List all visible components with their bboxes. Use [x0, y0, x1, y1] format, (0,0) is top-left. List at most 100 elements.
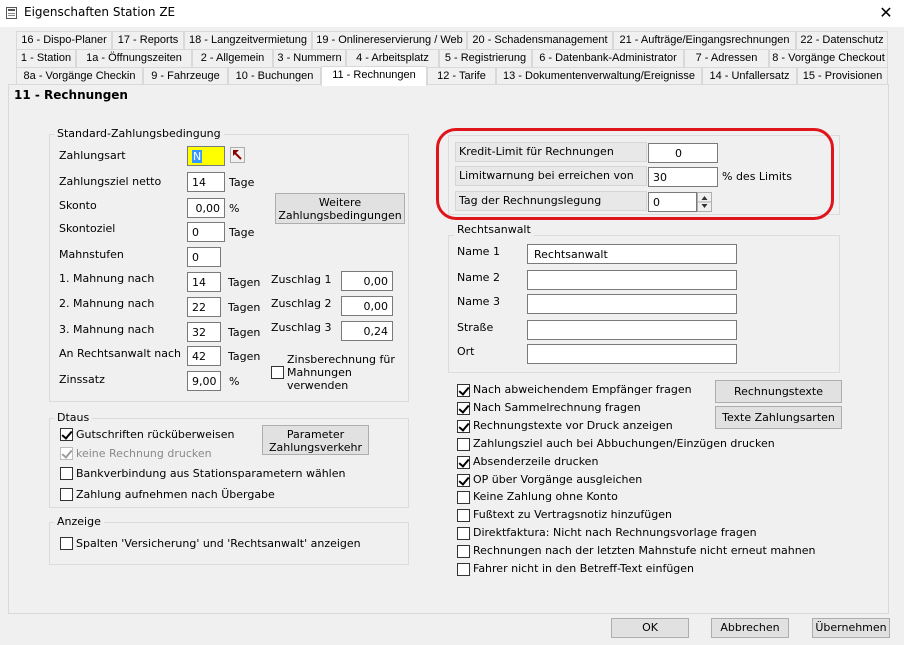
annotation-highlight-ring — [436, 128, 834, 220]
option-checkbox-1[interactable] — [457, 402, 470, 415]
mahnung3-label: 3. Mahnung nach — [59, 323, 155, 336]
tab-row1-0[interactable]: 16 - Dispo-Planer — [16, 31, 112, 49]
texte-zahlungsarten-button[interactable]: Texte Zahlungsarten — [715, 406, 842, 429]
skonto-unit: % — [229, 202, 240, 215]
parameter-zahlungsverkehr-button[interactable]: Parameter Zahlungsverkehr — [262, 425, 369, 455]
zuschlag3-field[interactable]: 0,24 — [341, 321, 393, 341]
skonto-label: Skonto — [59, 199, 97, 212]
mahnung2-unit: Tagen — [228, 301, 261, 314]
ort-field[interactable] — [527, 344, 737, 364]
uebernehmen-button[interactable]: Übernehmen — [812, 618, 890, 638]
tab-row1-4[interactable]: 20 - Schadensmanagement — [467, 31, 613, 49]
option-checkbox-5[interactable] — [457, 474, 470, 487]
name2-field[interactable] — [527, 270, 737, 290]
tab-row3-4[interactable]: 12 - Tarife — [427, 67, 496, 85]
option-checkbox-6[interactable] — [457, 491, 470, 504]
spalten-checkbox[interactable] — [60, 537, 73, 550]
strasse-field[interactable] — [527, 320, 737, 340]
option-label-8: Direktfaktura: Nicht nach Rechnungsvorla… — [473, 526, 757, 539]
tab-row1-2[interactable]: 18 - Langzeitvermietung — [184, 31, 312, 49]
tab-row3-6[interactable]: 14 - Unfallersatz — [702, 67, 797, 85]
tab-row1-5[interactable]: 21 - Aufträge/Eingangsrechnungen — [613, 31, 796, 49]
zahlung-aufnehmen-checkbox[interactable] — [60, 488, 73, 501]
option-checkbox-10[interactable] — [457, 563, 470, 576]
option-checkbox-4[interactable] — [457, 456, 470, 469]
option-label-6: Keine Zahlung ohne Konto — [473, 490, 618, 503]
arrow-up-left-icon[interactable] — [230, 147, 245, 163]
ok-button[interactable]: OK — [611, 618, 689, 638]
mahnung1-unit: Tagen — [228, 276, 261, 289]
keine-rechnung-checkbox[interactable] — [60, 447, 73, 460]
close-icon[interactable]: ✕ — [872, 2, 900, 24]
option-checkbox-3[interactable] — [457, 438, 470, 451]
tab-row2-1[interactable]: 1a - Öffnungszeiten — [76, 49, 192, 67]
rechtsanwalt-after-unit: Tagen — [228, 350, 261, 363]
weitere-zahlungsbedingungen-button[interactable]: Weitere Zahlungsbedingungen — [275, 193, 405, 224]
rechnungstexte-button[interactable]: Rechnungstexte — [715, 380, 842, 403]
option-checkbox-9[interactable] — [457, 545, 470, 558]
skonto-field[interactable]: 0,00 — [187, 198, 225, 218]
zahlungsziel-label: Zahlungsziel netto — [59, 175, 162, 188]
tab-row2-8[interactable]: 8 - Vorgänge Checkout — [769, 49, 888, 67]
mahnung1-label: 1. Mahnung nach — [59, 272, 155, 285]
option-label-3: Zahlungsziel auch bei Abbuchungen/Einzüg… — [473, 437, 775, 450]
mahnung2-field[interactable]: 22 — [187, 297, 221, 317]
skontoziel-unit: Tage — [229, 226, 255, 239]
bankverbindung-label: Bankverbindung aus Stationsparametern wä… — [76, 467, 346, 480]
option-label-7: Fußtext zu Vertragsnotiz hinzufügen — [473, 508, 672, 521]
spalten-label: Spalten 'Versicherung' und 'Rechtsanwalt… — [76, 537, 361, 550]
option-label-5: OP über Vorgänge ausgleichen — [473, 473, 643, 486]
option-label-4: Absenderzeile drucken — [473, 455, 599, 468]
option-checkbox-7[interactable] — [457, 509, 470, 522]
zinsberechnung-checkbox[interactable] — [271, 366, 284, 379]
tab-row2-0[interactable]: 1 - Station — [16, 49, 76, 67]
zahlungsart-field[interactable]: N — [187, 146, 225, 166]
option-checkbox-2[interactable] — [457, 420, 470, 433]
skontoziel-label: Skontoziel — [59, 222, 116, 235]
mahnung2-label: 2. Mahnung nach — [59, 297, 155, 310]
abbrechen-button[interactable]: Abbrechen — [711, 618, 789, 638]
tab-row2-3[interactable]: 3 - Nummern — [273, 49, 346, 67]
rechtsanwalt-after-field[interactable]: 42 — [187, 346, 221, 366]
tab-row3-3[interactable]: 11 - Rechnungen — [321, 66, 427, 86]
zuschlag2-field[interactable]: 0,00 — [341, 296, 393, 316]
option-label-2: Rechnungstexte vor Druck anzeigen — [473, 419, 673, 432]
option-label-1: Nach Sammelrechnung fragen — [473, 401, 641, 414]
name1-label: Name 1 — [457, 245, 500, 258]
name3-field[interactable] — [527, 294, 737, 314]
tab-row1-1[interactable]: 17 - Reports — [112, 31, 184, 49]
mahnstufen-field[interactable]: 0 — [187, 247, 221, 267]
tab-row3-7[interactable]: 15 - Provisionen — [797, 67, 888, 85]
tab-row1-6[interactable]: 22 - Datenschutz — [796, 31, 888, 49]
skontoziel-field[interactable]: 0 — [187, 222, 225, 242]
tab-row2-6[interactable]: 6 - Datenbank-Administrator — [532, 49, 684, 67]
name1-field[interactable]: Rechtsanwalt — [527, 244, 737, 264]
zahlungsart-label: Zahlungsart — [59, 149, 126, 162]
zinssatz-field[interactable]: 9,00 — [187, 371, 221, 391]
option-checkbox-8[interactable] — [457, 527, 470, 540]
zahlungsziel-unit: Tage — [229, 176, 255, 189]
tab-row3-2[interactable]: 10 - Buchungen — [228, 67, 321, 85]
tab-row2-2[interactable]: 2 - Allgemein — [192, 49, 273, 67]
tab-row3-0[interactable]: 8a - Vorgänge Checkin — [16, 67, 143, 85]
tab-row2-7[interactable]: 7 - Adressen — [684, 49, 769, 67]
mahnung3-field[interactable]: 32 — [187, 322, 221, 342]
zahlungsziel-field[interactable]: 14 — [187, 172, 225, 192]
bankverbindung-checkbox[interactable] — [60, 467, 73, 480]
tab-row1-3[interactable]: 19 - Onlinereservierung / Web — [312, 31, 467, 49]
mahnung1-field[interactable]: 14 — [187, 272, 221, 292]
option-checkbox-0[interactable] — [457, 384, 470, 397]
zinsberechnung-label: Zinsberechnung für Mahnungen verwenden — [287, 353, 395, 392]
tab-row3-5[interactable]: 13 - Dokumentenverwaltung/Ereignisse — [496, 67, 702, 85]
gutschriften-checkbox[interactable] — [60, 428, 73, 441]
tab-row2-5[interactable]: 5 - Registrierung — [439, 49, 532, 67]
mahnstufen-label: Mahnstufen — [59, 248, 124, 261]
mahnung3-unit: Tagen — [228, 326, 261, 339]
zuschlag2-label: Zuschlag 2 — [271, 297, 332, 310]
option-label-10: Fahrer nicht in den Betreff-Text einfüge… — [473, 562, 695, 575]
tab-row2-4[interactable]: 4 - Arbeitsplatz — [346, 49, 439, 67]
tab-row3-1[interactable]: 9 - Fahrzeuge — [143, 67, 228, 85]
zuschlag1-field[interactable]: 0,00 — [341, 271, 393, 291]
ort-label: Ort — [457, 345, 475, 358]
option-label-9: Rechnungen nach der letzten Mahnstufe ni… — [473, 544, 816, 557]
